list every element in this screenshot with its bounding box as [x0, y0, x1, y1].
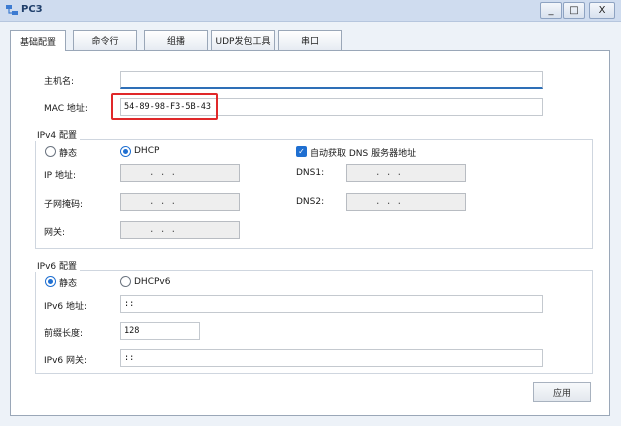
maximize-button[interactable]: □ — [563, 2, 585, 19]
dns2-dots: . . . — [375, 197, 403, 207]
tab-serial[interactable]: 串口 — [278, 30, 342, 50]
ipv6-static-label: 静态 — [59, 279, 78, 289]
apply-button[interactable]: 应用 — [533, 382, 591, 402]
ipv6-gateway-input[interactable]: :: — [120, 349, 543, 367]
minimize-icon: _ — [548, 5, 554, 16]
maximize-icon: □ — [569, 5, 579, 16]
hostname-label: 主机名: — [44, 77, 75, 87]
auto-dns-label: 自动获取 DNS 服务器地址 — [310, 149, 417, 159]
prefix-length-input[interactable]: 128 — [120, 322, 200, 340]
hostname-input[interactable] — [120, 71, 543, 89]
ipv4-static-label: 静态 — [59, 149, 78, 159]
ipv4-dhcp-label: DHCP — [134, 146, 160, 156]
dns1-input[interactable]: . . . — [346, 164, 466, 182]
auto-dns-checkbox[interactable]: ✓ — [296, 146, 307, 157]
mac-label: MAC 地址: — [44, 104, 88, 114]
ipv6-gateway-label: IPv6 网关: — [44, 356, 88, 366]
title-bar: PC3 _ □ X — [0, 0, 621, 22]
ip-address-label: IP 地址: — [44, 171, 76, 181]
check-icon: ✓ — [298, 147, 305, 156]
ipv6-address-label: IPv6 地址: — [44, 302, 88, 312]
ipv6-static-radio[interactable] — [45, 276, 56, 287]
ipv6-dhcpv6-label: DHCPv6 — [134, 277, 171, 287]
dns1-label: DNS1: — [296, 168, 325, 178]
gateway-dots: . . . — [149, 225, 177, 235]
mac-highlight-box — [111, 93, 218, 120]
dns2-input[interactable]: . . . — [346, 193, 466, 211]
ipv6-group-title: IPv6 配置 — [34, 259, 80, 272]
ipv6-address-input[interactable]: :: — [120, 295, 543, 313]
ipv4-dhcp-radio[interactable] — [120, 146, 131, 157]
tab-udp-tool[interactable]: UDP发包工具 — [211, 30, 275, 50]
dns2-label: DNS2: — [296, 197, 325, 207]
subnet-mask-label: 子网掩码: — [44, 200, 84, 210]
ipv4-static-radio[interactable] — [45, 146, 56, 157]
ipv4-group-title: IPv4 配置 — [34, 128, 80, 141]
gateway-label: 网关: — [44, 228, 66, 238]
pc-app-icon — [6, 5, 18, 15]
tab-multicast[interactable]: 组播 — [144, 30, 208, 50]
dns1-dots: . . . — [375, 168, 403, 178]
gateway-input[interactable]: . . . — [120, 221, 240, 239]
tab-command-line[interactable]: 命令行 — [73, 30, 137, 50]
subnet-mask-dots: . . . — [149, 197, 177, 207]
ipv6-dhcpv6-radio[interactable] — [120, 276, 131, 287]
ip-address-dots: . . . — [149, 168, 177, 178]
window-title: PC3 — [21, 4, 43, 15]
tab-basic-config[interactable]: 基础配置 — [10, 30, 66, 51]
close-button[interactable]: X — [589, 2, 615, 19]
ip-address-input[interactable]: . . . — [120, 164, 240, 182]
prefix-length-label: 前缀长度: — [44, 329, 84, 339]
minimize-button[interactable]: _ — [540, 2, 562, 19]
close-icon: X — [598, 5, 606, 16]
subnet-mask-input[interactable]: . . . — [120, 193, 240, 211]
